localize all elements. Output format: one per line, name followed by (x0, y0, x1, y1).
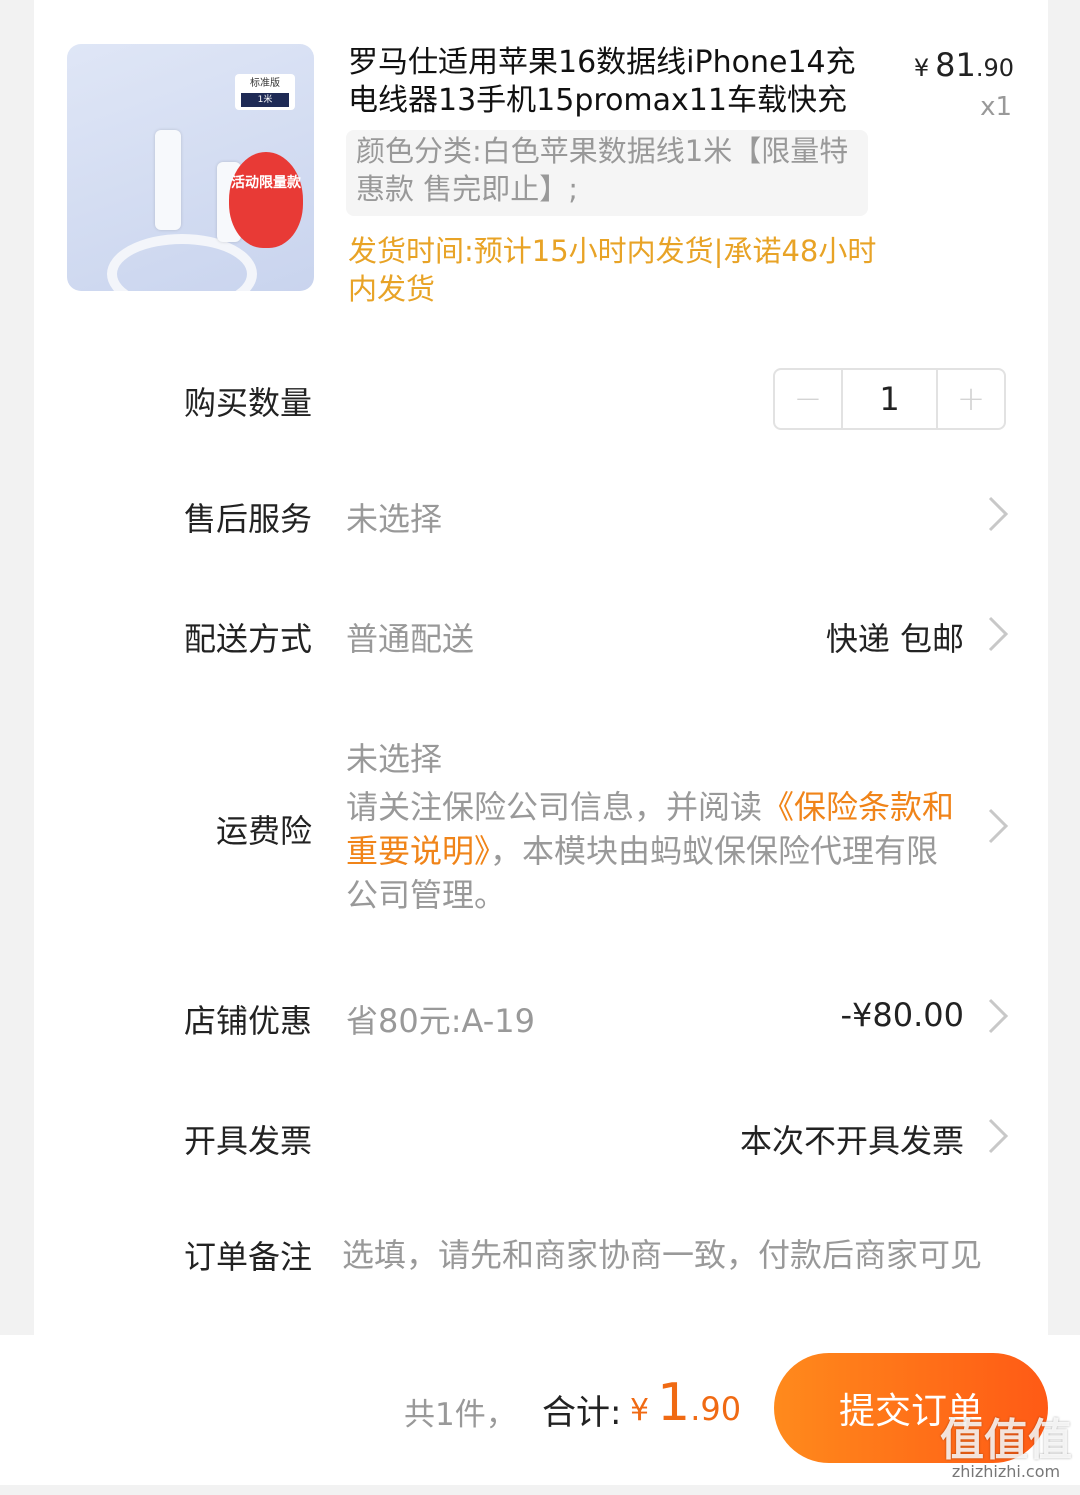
product-quantity: x1 (980, 92, 1012, 122)
delivery-label: 配送方式 (183, 620, 312, 658)
watermark: 值值值 zhizhizhi.com (940, 1415, 1072, 1481)
total-amount: ¥1.90 (630, 1373, 742, 1433)
chevron-right-icon[interactable] (986, 806, 1010, 846)
checkout-bar: 共1件， 合计: ¥1.90 提交订单 值值值 zhizhizhi.com (0, 1335, 1080, 1485)
usb-plug-graphic (155, 130, 181, 230)
chevron-right-icon[interactable] (986, 996, 1010, 1036)
decrease-button[interactable]: − (775, 370, 841, 428)
invoice-label: 开具发票 (183, 1122, 312, 1160)
store-discount-amount: -¥80.00 (840, 996, 964, 1034)
cable-loop-graphic (107, 234, 257, 291)
total-label: 合计: (542, 1393, 622, 1433)
remark-label: 订单备注 (183, 1238, 312, 1276)
delivery-fee: 快递 包邮 (825, 620, 964, 658)
item-count: 共1件， (404, 1397, 517, 1433)
after-sale-label: 售后服务 (183, 500, 312, 538)
store-discount-label: 店铺优惠 (183, 1002, 312, 1040)
chevron-right-icon[interactable] (986, 494, 1010, 534)
product-sku[interactable]: 颜色分类:白色苹果数据线1米【限量特惠款 售完即止】; (346, 130, 868, 216)
quantity-label: 购买数量 (183, 384, 312, 422)
shipping-insurance-label: 运费险 (215, 812, 312, 850)
increase-button[interactable]: + (938, 370, 1004, 428)
remark-input[interactable]: 选填，请先和商家协商一致，付款后商家可见 (342, 1230, 1010, 1276)
image-version-tag: 标准版 1米 (235, 74, 295, 110)
chevron-right-icon[interactable] (986, 614, 1010, 654)
insurance-description: 请关注保险公司信息，并阅读《保险条款和重要说明》，本模块由蚂蚁保保险代理有限公司… (346, 788, 955, 914)
quantity-value[interactable]: 1 (841, 370, 938, 428)
after-sale-value[interactable]: 未选择 (346, 494, 442, 540)
ship-time-info: 发货时间:预计15小时内发货|承诺48小时内发货 (348, 234, 877, 306)
promo-flame-badge: 活动限量款 (229, 152, 303, 248)
product-title[interactable]: 罗马仕适用苹果16数据线iPhone14充电线器13手机15promax11车载… (348, 44, 868, 120)
product-price: ¥81.90 (913, 46, 1014, 84)
chevron-right-icon[interactable] (986, 1116, 1010, 1156)
delivery-value[interactable]: 普通配送 (346, 614, 474, 660)
store-discount-value[interactable]: 省80元:A-19 (346, 996, 535, 1042)
invoice-value[interactable]: 本次不开具发票 (740, 1116, 964, 1162)
shipping-insurance-value[interactable]: 未选择 (346, 734, 442, 780)
quantity-stepper[interactable]: − 1 + (773, 368, 1006, 430)
product-image[interactable]: 标准版 1米 活动限量款 (67, 44, 314, 291)
